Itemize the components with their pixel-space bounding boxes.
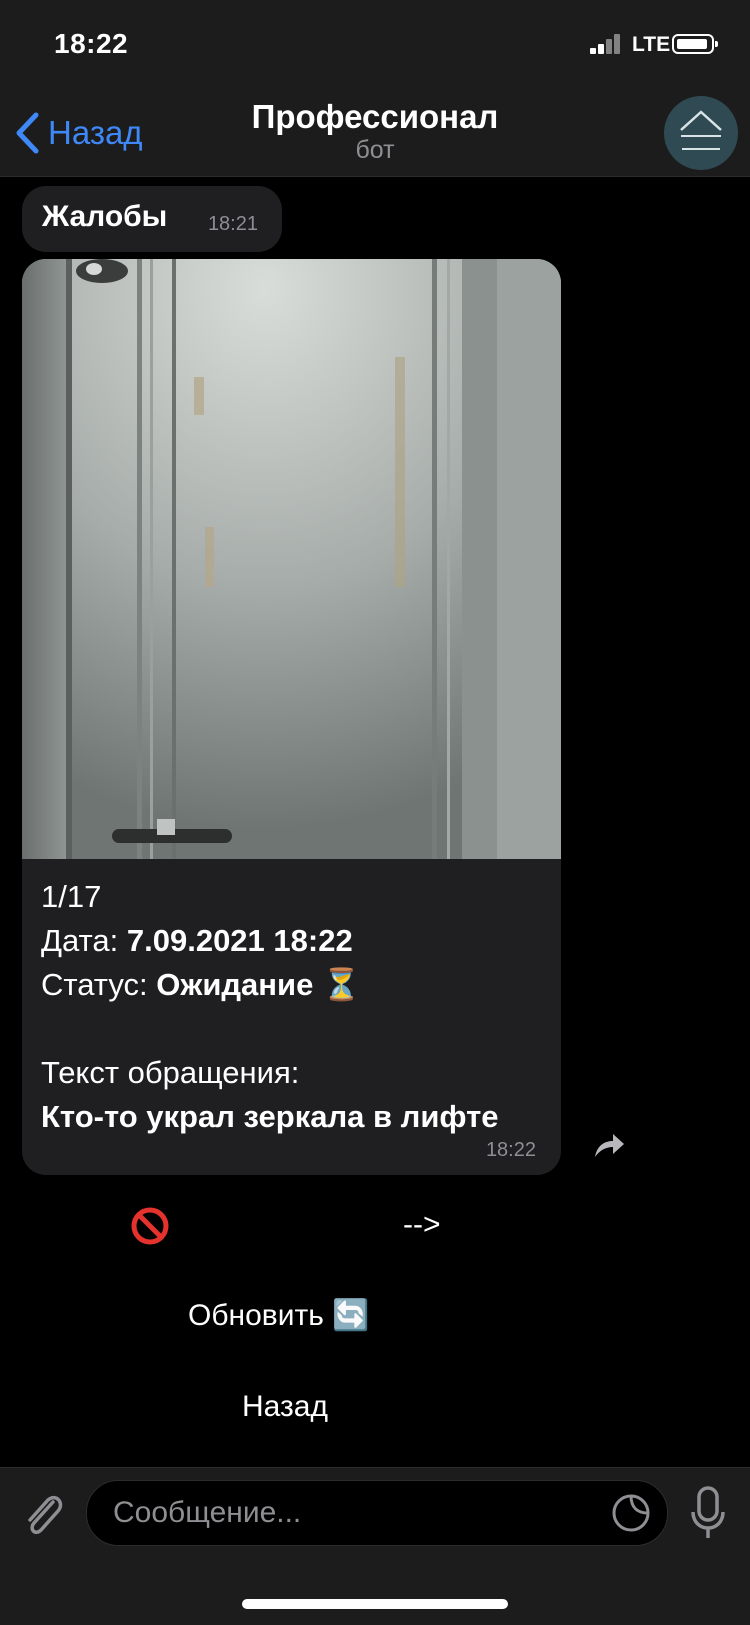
message-text: Жалобы: [42, 200, 168, 233]
caption-date: Дата: 7.09.2021 18:22: [41, 923, 353, 958]
message-input-bar: [0, 1467, 750, 1625]
attach-icon[interactable]: [20, 1488, 66, 1544]
microphone-icon[interactable]: [690, 1486, 726, 1542]
share-icon[interactable]: [591, 1127, 627, 1163]
refresh-button[interactable]: Обновить 🔄: [188, 1298, 370, 1333]
signal-icon: [590, 34, 622, 54]
message-time: 18:21: [207, 213, 258, 235]
caption-counter: 1/17: [41, 879, 102, 914]
no-entry-icon[interactable]: [130, 1206, 170, 1246]
hourglass-icon: ⏳: [321, 967, 361, 1002]
battery-icon: [672, 34, 718, 54]
house-logo-icon: [680, 110, 722, 150]
message-input[interactable]: [111, 1481, 585, 1545]
network-type: LTE: [632, 33, 671, 56]
message-field[interactable]: [86, 1480, 668, 1546]
status-time: 18:22: [54, 28, 129, 59]
message-time: 18:22: [485, 1139, 536, 1161]
message-bubble[interactable]: Жалобы 18:21: [22, 186, 282, 252]
chat-subtitle: бот: [355, 136, 395, 164]
message-caption: 1/17 Дата: 7.09.2021 18:22 Статус: Ожида…: [41, 875, 541, 1139]
photo-message-bubble[interactable]: 1/17 Дата: 7.09.2021 18:22 Статус: Ожида…: [22, 259, 561, 1175]
status-bar: 18:22 LTE: [0, 0, 750, 90]
caption-text-value: Кто-то украл зеркала в лифте: [41, 1099, 499, 1134]
chat-title[interactable]: Профессионал: [0, 98, 750, 136]
keyboard-back-button[interactable]: Назад: [242, 1390, 328, 1424]
message-photo[interactable]: [22, 259, 561, 859]
caption-text-label: Текст обращения:: [41, 1055, 300, 1090]
next-page-button[interactable]: -->: [403, 1208, 441, 1242]
home-indicator: [242, 1599, 508, 1609]
nav-bar: Назад Профессионал бот: [0, 90, 750, 177]
refresh-icon: 🔄: [332, 1299, 370, 1332]
sticker-icon[interactable]: [611, 1493, 651, 1533]
bot-avatar[interactable]: [664, 96, 738, 170]
caption-status: Статус: Ожидание ⏳: [41, 967, 361, 1002]
